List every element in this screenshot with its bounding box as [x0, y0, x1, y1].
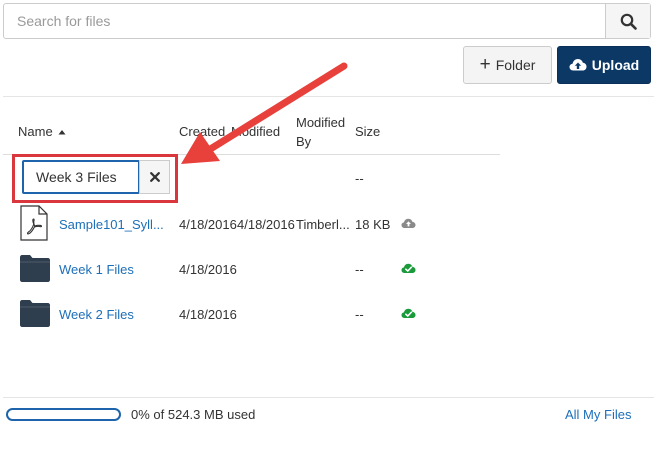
column-header-modified[interactable]: Modified — [231, 124, 280, 139]
file-name-link[interactable]: Sample101_Syll... — [59, 217, 164, 232]
cloud-upload-icon — [569, 59, 587, 71]
new-folder-size: -- — [355, 171, 364, 186]
upload-label: Upload — [591, 57, 640, 73]
new-folder-button[interactable]: + Folder — [463, 46, 552, 84]
sort-ascending-icon — [58, 130, 66, 135]
file-size: -- — [355, 307, 364, 322]
storage-usage-bar — [6, 408, 121, 421]
column-header-size[interactable]: Size — [355, 124, 380, 139]
all-my-files-link[interactable]: All My Files — [565, 407, 631, 422]
divider — [3, 96, 654, 97]
annotation-highlight-box — [12, 154, 178, 203]
column-header-size-label: Size — [355, 124, 381, 139]
created-date: 4/18/2016 — [179, 217, 237, 232]
column-header-modified-by-line1: Modified — [296, 115, 346, 130]
modified-by: Timberl... — [296, 217, 350, 232]
modified-date: 4/18/2016 — [237, 217, 295, 232]
cloud-icon — [401, 218, 416, 228]
folder-name-link[interactable]: Week 1 Files — [59, 262, 134, 277]
column-header-name-label: Name — [18, 124, 53, 139]
file-size: -- — [355, 262, 364, 277]
file-size: 18 KB — [355, 217, 391, 232]
search-button[interactable] — [605, 4, 650, 38]
column-header-name[interactable]: Name — [18, 124, 66, 139]
search-bar — [3, 3, 651, 39]
created-date: 4/18/2016 — [179, 307, 237, 322]
folder-icon — [20, 300, 50, 327]
column-header-modified-label: Modified — [231, 124, 281, 139]
upload-button[interactable]: Upload — [557, 46, 651, 84]
new-folder-label: Folder — [495, 57, 536, 73]
pdf-file-icon — [20, 205, 48, 241]
cloud-check-icon — [401, 308, 416, 318]
created-date: 4/18/2016 — [179, 262, 237, 277]
storage-usage-text: 0% of 524.3 MB used — [131, 407, 256, 422]
column-header-modified-by[interactable]: Modified By — [296, 113, 345, 151]
column-header-created-label: Created — [179, 124, 226, 139]
plus-icon: + — [479, 53, 491, 75]
cloud-check-icon — [401, 263, 416, 273]
column-header-created[interactable]: Created — [179, 124, 225, 139]
search-icon — [620, 13, 637, 30]
search-input[interactable] — [4, 4, 606, 38]
footer-divider — [3, 397, 654, 398]
column-header-modified-by-line2: By — [296, 134, 312, 149]
folder-icon — [20, 255, 50, 282]
folder-name-link[interactable]: Week 2 Files — [59, 307, 134, 322]
